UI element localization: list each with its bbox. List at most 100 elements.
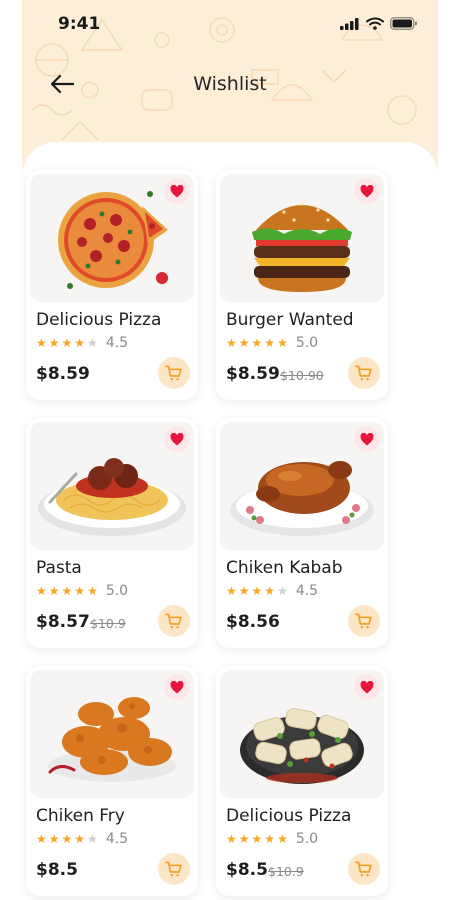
star-icon: ★ xyxy=(277,336,288,350)
cart-icon xyxy=(165,613,182,629)
product-rating: ★ ★ ★ ★ ★ 4.5 xyxy=(36,831,128,847)
favorite-heart-button[interactable] xyxy=(354,178,380,204)
product-name: Delicious Pizza xyxy=(226,806,352,826)
rating-value: 5.0 xyxy=(105,583,129,599)
status-bar: 9:41 xyxy=(22,0,438,50)
heart-icon xyxy=(170,184,184,197)
product-card[interactable]: Chiken Fry ★ ★ ★ ★ ★ 4.5 $8.5 xyxy=(26,666,198,896)
product-card[interactable]: Delicious Pizza ★ ★ ★ ★ ★ 4.5 $8.59 xyxy=(26,170,198,400)
product-card[interactable]: Chiken Kabab ★ ★ ★ ★ ★ 4.5 $8.56 xyxy=(216,418,388,648)
heart-icon xyxy=(170,432,184,445)
product-price: $8.5 xyxy=(226,860,268,880)
product-card[interactable]: Delicious Pizza ★ ★ ★ ★ ★ 5.0 $8.5 $10.9 xyxy=(216,666,388,896)
star-icon: ★ xyxy=(251,832,263,846)
favorite-heart-button[interactable] xyxy=(164,674,190,700)
product-name: Chiken Kabab xyxy=(226,558,343,578)
original-price: $10.9 xyxy=(90,616,126,631)
star-icon: ★ xyxy=(61,832,73,846)
star-icon: ★ xyxy=(36,584,47,598)
star-icon: ★ xyxy=(238,584,250,598)
star-rating: ★ ★ ★ ★ ★ xyxy=(226,833,288,845)
star-icon: ★ xyxy=(74,832,86,846)
star-rating: ★ ★ ★ ★ ★ xyxy=(226,585,288,597)
star-icon: ★ xyxy=(74,584,86,598)
add-to-cart-button[interactable] xyxy=(348,853,380,885)
product-name: Pasta xyxy=(36,558,82,578)
star-icon: ★ xyxy=(277,832,288,846)
star-icon: ★ xyxy=(48,336,60,350)
product-price: $8.5 xyxy=(36,860,78,880)
product-rating: ★ ★ ★ ★ ★ 4.5 xyxy=(226,583,318,599)
product-rating: ★ ★ ★ ★ ★ 5.0 xyxy=(36,583,128,599)
star-icon: ★ xyxy=(251,584,263,598)
page-title: Wishlist xyxy=(193,73,267,95)
favorite-heart-button[interactable] xyxy=(164,426,190,452)
product-price: $8.57 xyxy=(36,612,90,632)
product-card[interactable]: Burger Wanted ★ ★ ★ ★ ★ 5.0 $8.59 $10.90 xyxy=(216,170,388,400)
star-icon: ★ xyxy=(36,336,47,350)
product-card[interactable]: Pasta ★ ★ ★ ★ ★ 5.0 $8.57 $10.9 xyxy=(26,418,198,648)
battery-icon xyxy=(390,17,417,30)
product-price: $8.59 xyxy=(226,364,280,384)
cart-icon xyxy=(355,365,372,381)
original-price: $10.90 xyxy=(280,368,324,383)
product-rating: ★ ★ ★ ★ ★ 5.0 xyxy=(226,831,318,847)
star-icon: ★ xyxy=(226,336,237,350)
star-icon: ★ xyxy=(264,584,276,598)
star-icon: ★ xyxy=(48,832,60,846)
star-icon: ★ xyxy=(61,336,73,350)
star-icon: ★ xyxy=(264,336,276,350)
star-rating: ★ ★ ★ ★ ★ xyxy=(36,833,98,845)
header: Wishlist xyxy=(22,62,438,106)
signal-icon xyxy=(340,17,359,30)
cart-icon xyxy=(165,365,182,381)
cart-icon xyxy=(355,861,372,877)
heart-icon xyxy=(360,184,374,197)
rating-value: 4.5 xyxy=(105,335,129,351)
star-rating: ★ ★ ★ ★ ★ xyxy=(36,585,98,597)
star-icon: ★ xyxy=(87,584,98,598)
status-icons xyxy=(340,17,418,30)
cart-icon xyxy=(355,613,372,629)
product-name: Delicious Pizza xyxy=(36,310,162,330)
add-to-cart-button[interactable] xyxy=(348,357,380,389)
star-icon: ★ xyxy=(87,832,98,846)
favorite-heart-button[interactable] xyxy=(354,426,380,452)
wifi-icon xyxy=(366,17,384,30)
favorite-heart-button[interactable] xyxy=(354,674,380,700)
status-time: 9:41 xyxy=(58,14,101,34)
star-icon: ★ xyxy=(87,336,98,350)
star-icon: ★ xyxy=(251,336,263,350)
star-icon: ★ xyxy=(238,832,250,846)
product-price: $8.56 xyxy=(226,612,280,632)
star-icon: ★ xyxy=(36,832,47,846)
heart-icon xyxy=(360,432,374,445)
add-to-cart-button[interactable] xyxy=(158,357,190,389)
star-rating: ★ ★ ★ ★ ★ xyxy=(36,337,98,349)
rating-value: 4.5 xyxy=(105,831,129,847)
add-to-cart-button[interactable] xyxy=(348,605,380,637)
rating-value: 5.0 xyxy=(295,335,319,351)
add-to-cart-button[interactable] xyxy=(158,853,190,885)
star-icon: ★ xyxy=(61,584,73,598)
star-icon: ★ xyxy=(238,336,250,350)
star-icon: ★ xyxy=(48,584,60,598)
add-to-cart-button[interactable] xyxy=(158,605,190,637)
product-rating: ★ ★ ★ ★ ★ 4.5 xyxy=(36,335,128,351)
star-icon: ★ xyxy=(277,584,288,598)
product-rating: ★ ★ ★ ★ ★ 5.0 xyxy=(226,335,318,351)
star-icon: ★ xyxy=(74,336,86,350)
rating-value: 5.0 xyxy=(295,831,319,847)
star-icon: ★ xyxy=(264,832,276,846)
product-name: Burger Wanted xyxy=(226,310,354,330)
favorite-heart-button[interactable] xyxy=(164,178,190,204)
product-price: $8.59 xyxy=(36,364,90,384)
heart-icon xyxy=(170,680,184,693)
product-name: Chiken Fry xyxy=(36,806,125,826)
cart-icon xyxy=(165,861,182,877)
star-rating: ★ ★ ★ ★ ★ xyxy=(226,337,288,349)
star-icon: ★ xyxy=(226,832,237,846)
heart-icon xyxy=(360,680,374,693)
star-icon: ★ xyxy=(226,584,237,598)
original-price: $10.9 xyxy=(268,864,304,879)
